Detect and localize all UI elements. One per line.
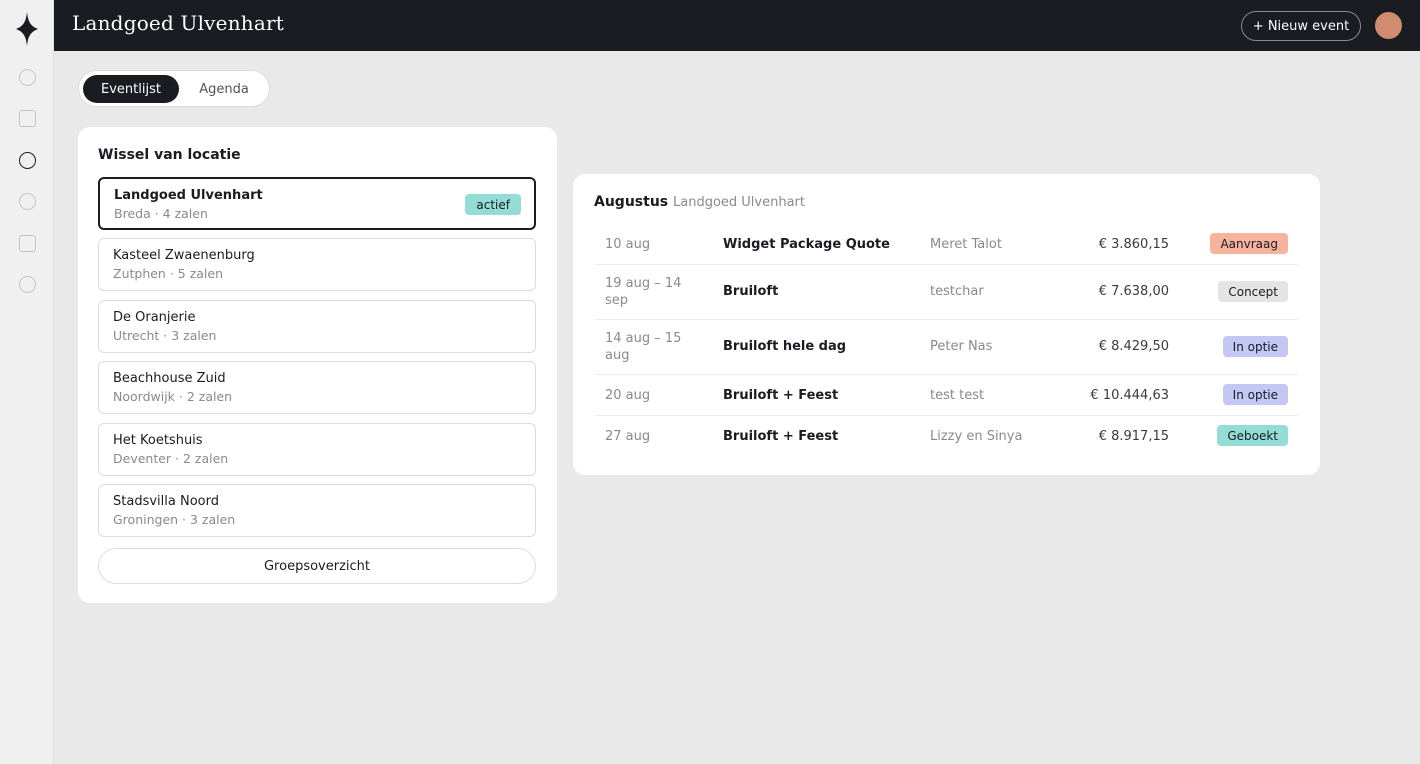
event-name: Bruiloft + Feest (723, 388, 839, 403)
location-item-stadsvilla-noord[interactable]: Stadsvilla Noord Groningen · 3 zalen (98, 484, 536, 537)
event-contact: test test (930, 388, 985, 403)
event-date: 14 aug – 15 aug (605, 331, 682, 363)
location-name: Kasteel Zwaenenburg (113, 248, 255, 263)
location-name: Stadsvilla Noord (113, 494, 219, 509)
event-name: Bruiloft (723, 284, 779, 299)
location-item-de-oranjerie[interactable]: De Oranjerie Utrecht · 3 zalen (98, 300, 536, 353)
location-details: Zutphen · 5 zalen (113, 266, 224, 281)
location-name: Beachhouse Zuid (113, 371, 226, 386)
event-row[interactable]: 27 aug Bruiloft + Feest Lizzy en Sinya €… (595, 416, 1298, 457)
event-name: Bruiloft hele dag (723, 339, 847, 354)
event-contact: testchar (930, 284, 984, 299)
event-contact: Lizzy en Sinya (930, 429, 1023, 444)
event-date: 27 aug (605, 429, 651, 444)
event-date: 19 aug – 14 sep (605, 276, 682, 308)
location-item-beachhouse-zuid[interactable]: Beachhouse Zuid Noordwijk · 2 zalen (98, 361, 536, 414)
location-details: Deventer · 2 zalen (113, 451, 229, 466)
location-name: Het Koetshuis (113, 433, 203, 448)
event-name: Widget Package Quote (723, 237, 890, 252)
location-details: Noordwijk · 2 zalen (113, 389, 233, 404)
location-name: De Oranjerie (113, 310, 196, 325)
status-badge: In optie (1222, 336, 1288, 357)
circle-nav-icon[interactable] (19, 193, 36, 210)
location-details: Groningen · 3 zalen (113, 512, 236, 527)
location-item-het-koetshuis[interactable]: Het Koetshuis Deventer · 2 zalen (98, 423, 536, 476)
location-name: Landgoed Ulvenhart (114, 188, 263, 203)
events-month-title: Augustus (594, 194, 669, 210)
circle-nav-icon[interactable] (19, 69, 36, 86)
tab-agenda[interactable]: Agenda (182, 75, 266, 103)
square-nav-icon[interactable] (19, 110, 36, 127)
event-row[interactable]: 10 aug Widget Package Quote Meret Talot … (595, 224, 1298, 265)
event-amount: € 7.638,00 (1098, 284, 1169, 299)
avatar[interactable] (1375, 12, 1402, 39)
event-name: Bruiloft + Feest (723, 429, 839, 444)
events-card: Augustus Landgoed Ulvenhart 10 aug Widge… (573, 174, 1320, 475)
events-location-label: Landgoed Ulvenhart (673, 195, 805, 210)
topbar: Landgoed Ulvenhart + Nieuw event (54, 0, 1420, 51)
location-switcher-card: Wissel van locatie Landgoed Ulvenhart Br… (78, 127, 557, 603)
location-card-title: Wissel van locatie (98, 147, 241, 163)
app-title: Landgoed Ulvenhart (72, 11, 284, 35)
view-tabs: Eventlijst Agenda (78, 70, 270, 107)
event-amount: € 8.917,15 (1098, 429, 1169, 444)
event-row[interactable]: 19 aug – 14 sep Bruiloft testchar € 7.63… (595, 265, 1298, 320)
event-amount: € 8.429,50 (1098, 339, 1169, 354)
status-badge: Concept (1218, 281, 1288, 302)
sidebar (0, 0, 54, 764)
location-details: Utrecht · 3 zalen (113, 328, 217, 343)
active-badge: actief (465, 194, 521, 215)
location-item-kasteel-zwaenenburg[interactable]: Kasteel Zwaenenburg Zutphen · 5 zalen (98, 238, 536, 291)
event-date: 20 aug (605, 388, 651, 403)
new-event-button[interactable]: + Nieuw event (1241, 11, 1361, 41)
event-row[interactable]: 20 aug Bruiloft + Feest test test € 10.4… (595, 375, 1298, 416)
location-details: Breda · 4 zalen (114, 206, 208, 221)
status-badge: Geboekt (1217, 425, 1288, 446)
status-badge: In optie (1222, 384, 1288, 405)
event-contact: Meret Talot (930, 237, 1002, 252)
event-row[interactable]: 14 aug – 15 aug Bruiloft hele dag Peter … (595, 320, 1298, 375)
location-item-landgoed-ulvenhart[interactable]: Landgoed Ulvenhart Breda · 4 zalen actie… (98, 177, 536, 230)
event-amount: € 3.860,15 (1098, 237, 1169, 252)
group-overview-button[interactable]: Groepsoverzicht (98, 548, 536, 584)
circle-nav-icon-active[interactable] (19, 152, 36, 169)
event-date: 10 aug (605, 237, 651, 252)
event-amount: € 10.444,63 (1090, 388, 1169, 403)
event-contact: Peter Nas (930, 339, 993, 354)
diamond-logo-icon[interactable] (16, 12, 38, 46)
circle-nav-icon[interactable] (19, 276, 36, 293)
square-nav-icon[interactable] (19, 235, 36, 252)
status-badge: Aanvraag (1210, 233, 1288, 254)
tab-eventlijst[interactable]: Eventlijst (83, 75, 179, 103)
